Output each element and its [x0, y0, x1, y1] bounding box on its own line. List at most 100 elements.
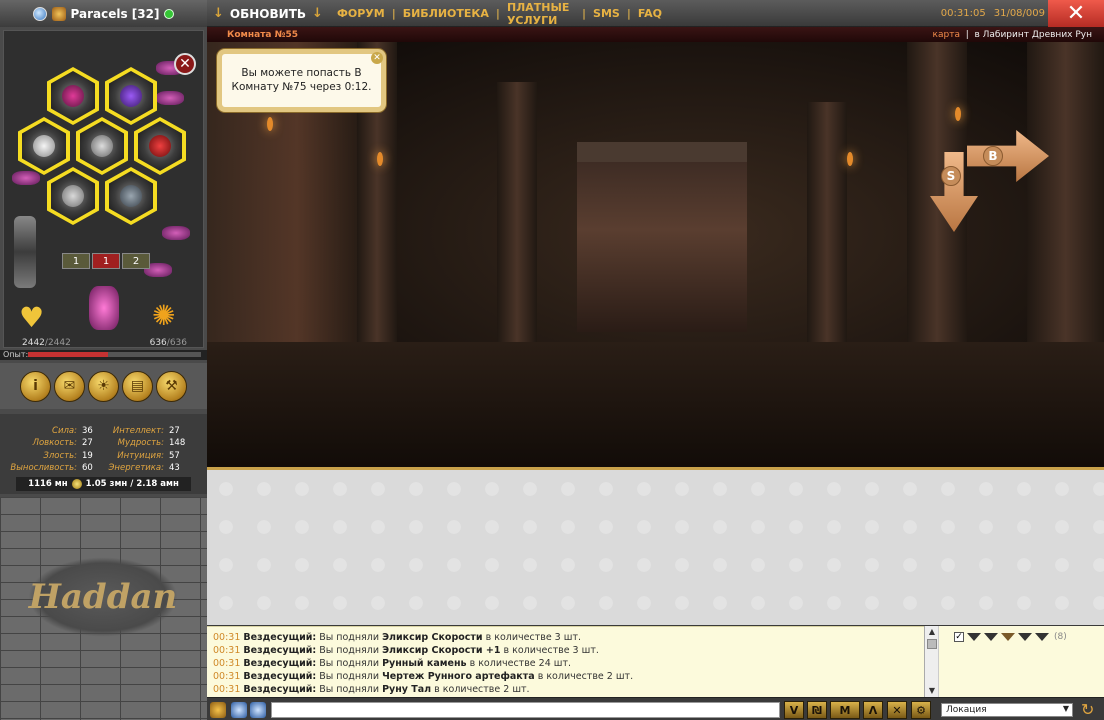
translit-icon[interactable] [231, 702, 247, 718]
hex-slot[interactable] [47, 67, 99, 125]
room-header: Комната №55 карта | в Лабиринт Древних Р… [207, 27, 1104, 42]
scroll-down-icon[interactable]: ▼ [927, 686, 937, 696]
experience-bar: Опыт: [0, 350, 207, 360]
exit-button[interactable]: ✕ [1048, 0, 1104, 27]
pet-icon[interactable] [89, 286, 119, 330]
reload-icon[interactable]: ↻ [1081, 701, 1099, 719]
room-timer-tooltip: Вы можете попасть В Комнату №75 через 0:… [217, 49, 386, 112]
chat-log[interactable]: 00:31 Вездесущий: Вы подняли Эликсир Ско… [207, 626, 924, 697]
sms-link[interactable]: SMS [593, 7, 620, 20]
east-arrow[interactable] [967, 130, 1049, 182]
equipment-panel: ✕ 1 1 2 ♥ ✺ 2442/2442 636/636 [3, 30, 204, 348]
chat-button[interactable]: ✕ [887, 701, 907, 719]
rank-icon[interactable] [1001, 633, 1015, 641]
chat-input-bar: V ₪ M Λ ✕ ⚙ Локация ▼ ↻ [207, 697, 1104, 720]
rank-icon[interactable] [1018, 633, 1032, 641]
mail-button[interactable]: ✉ [54, 370, 85, 402]
paid-services-link[interactable]: ПЛАТНЫЕ УСЛУГИ [507, 1, 575, 27]
info-area [207, 470, 1104, 625]
globe-icon[interactable] [32, 6, 47, 21]
rank-icon[interactable] [967, 633, 981, 641]
spell-hex-grid [12, 47, 202, 265]
stat-row: Мудрость: 148 [117, 438, 186, 449]
private-icon[interactable] [250, 702, 266, 718]
action-buttons: i ✉ ☀ ▤ ⚒ [0, 363, 207, 409]
stat-row: Злость: 19 [43, 450, 93, 461]
hp-value: 2442/2442 [22, 338, 71, 348]
filter-checkbox[interactable]: ✓ [954, 632, 964, 642]
channel-select[interactable]: Локация ▼ [941, 703, 1073, 717]
haddan-logo: Haddan [28, 557, 178, 637]
character-sidebar: ✕ 1 1 2 ♥ ✺ 2442/2442 636/636 Опыт: i ✉ … [0, 27, 207, 720]
money-row: 1116 мн 1.05 змн / 2.18 амн [16, 477, 191, 491]
info-button[interactable]: i [20, 370, 51, 402]
quick-slot[interactable]: 1 [92, 253, 120, 269]
heart-icon: ♥ [19, 301, 45, 334]
chat-button[interactable]: Λ [863, 701, 883, 719]
rank-icon[interactable] [984, 633, 998, 641]
chat-input[interactable] [271, 702, 780, 718]
chat-message: 00:31 Вездесущий: Вы подняли Руну Тал в … [213, 684, 530, 695]
chat-button[interactable]: V [784, 701, 804, 719]
logo-area: Haddan [0, 497, 207, 720]
quick-slot[interactable]: 2 [122, 253, 150, 269]
mp-value: 636/636 [149, 338, 187, 348]
hex-slot[interactable] [134, 117, 186, 175]
down-arrow-icon[interactable]: ↓ [312, 6, 323, 21]
clock: 00:31:05 31/08/009 [930, 0, 1045, 27]
clock-date: 31/08/009 [993, 8, 1045, 19]
online-status-icon [164, 8, 175, 19]
south-label[interactable]: S [941, 166, 961, 186]
direction-arrows: В S [925, 130, 1050, 232]
chat-button[interactable]: M [830, 701, 860, 719]
stats-left: Сила: 36 Ловкость: 27 Злость: 19 Выносливос… [0, 425, 100, 474]
close-icon[interactable]: ✕ [371, 52, 383, 64]
smiley-icon[interactable] [210, 702, 226, 718]
room-name: Комната №55 [227, 29, 298, 40]
torch-icon [955, 107, 961, 121]
user-list: ✓ (8) [938, 626, 1104, 697]
torch-icon [267, 117, 273, 131]
chat-button[interactable]: ₪ [807, 701, 827, 719]
chat-message: 00:31 Вездесущий: Вы подняли Чертеж Рунн… [213, 671, 634, 682]
rank-icon[interactable] [1035, 633, 1049, 641]
craft-button[interactable]: ⚒ [156, 370, 187, 402]
hex-slot[interactable] [47, 167, 99, 225]
stat-row: Интуиция: 57 [117, 450, 180, 461]
map-link[interactable]: карта [933, 30, 960, 40]
hex-slot[interactable] [18, 117, 70, 175]
faq-link[interactable]: FAQ [638, 7, 662, 20]
user-info: Paracels [32] [0, 0, 207, 27]
close-icon[interactable]: ✕ [174, 53, 196, 75]
stats-right: Интеллект: 27 Мудрость: 148 Интуиция: 57 Эн… [87, 425, 187, 474]
chat-message: 00:31 Вездесущий: Вы подняли Эликсир Ско… [213, 645, 599, 656]
quick-slot[interactable]: 1 [62, 253, 90, 269]
username[interactable]: Paracels [32] [71, 7, 160, 21]
scroll-up-icon[interactable]: ▲ [927, 627, 937, 637]
chat-message: 00:31 Вездесущий: Вы подняли Эликсир Ско… [213, 632, 581, 643]
hex-slot[interactable] [105, 167, 157, 225]
stat-row: Сила: 36 [52, 426, 93, 436]
library-link[interactable]: БИБЛИОТЕКА [403, 7, 489, 20]
skills-button[interactable]: ☀ [88, 370, 119, 402]
chat-scrollbar[interactable]: ▲ ▼ [924, 626, 938, 697]
hex-slot[interactable] [105, 67, 157, 125]
money-zmn: 1.05 змн / 2.18 амн [85, 479, 179, 489]
clan-icon [51, 6, 66, 21]
down-arrow-icon[interactable]: ↓ [213, 6, 224, 21]
east-label[interactable]: В [983, 146, 1003, 166]
refresh-button[interactable]: ОБНОВИТЬ [230, 7, 306, 21]
chat-button[interactable]: ⚙ [911, 701, 931, 719]
location-name: в Лабиринт Древних Рун [974, 29, 1092, 40]
stat-row: Ловкость: 27 [32, 438, 93, 449]
forum-link[interactable]: ФОРУМ [337, 7, 385, 20]
exp-label: Опыт: [3, 350, 29, 359]
coin-icon [71, 479, 82, 489]
stat-row: Выносливость: 60 [10, 462, 93, 473]
chat-message: 00:31 Вездесущий: Вы подняли Рунный каме… [213, 658, 572, 669]
hex-slot[interactable] [76, 117, 128, 175]
book-button[interactable]: ▤ [122, 370, 153, 402]
sun-icon: ✺ [152, 299, 176, 332]
exp-fill [28, 352, 108, 357]
scroll-thumb[interactable] [927, 639, 937, 649]
